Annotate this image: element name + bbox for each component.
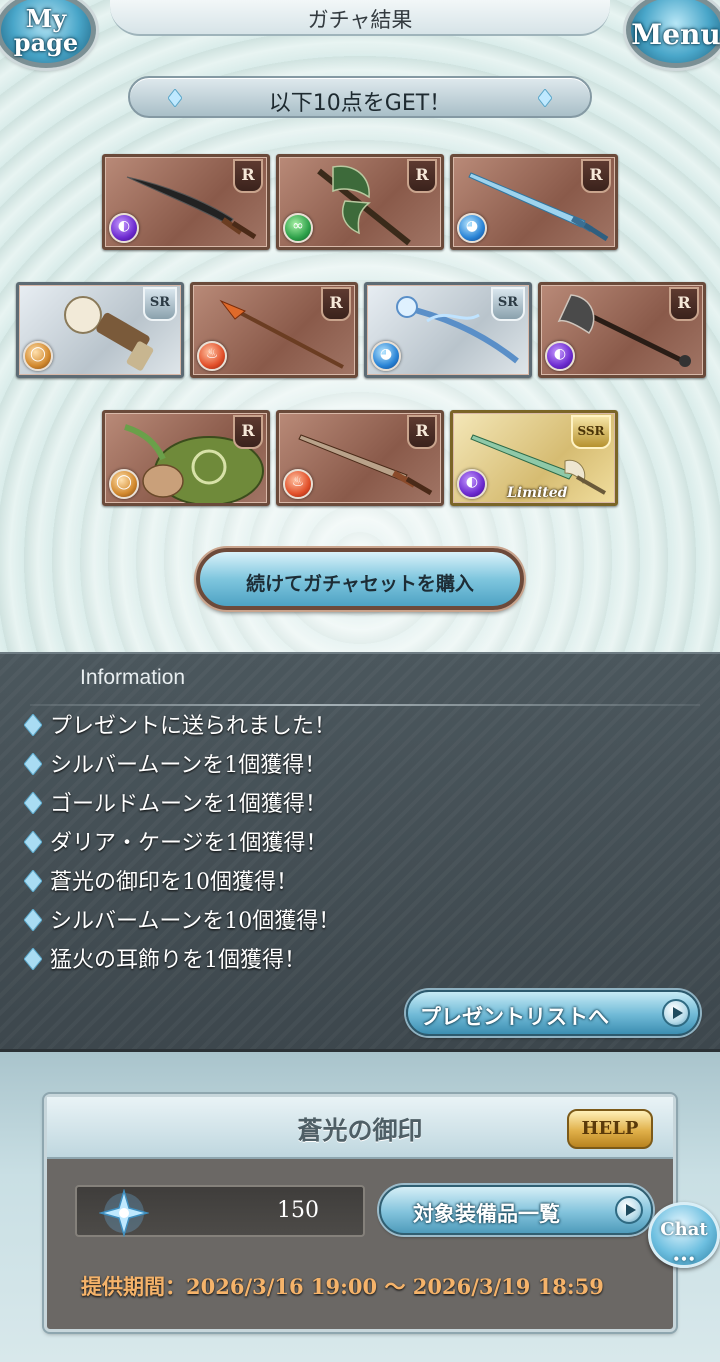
info-text: プレゼントに送られました！ xyxy=(50,714,337,739)
item-card[interactable]: R ◐ xyxy=(102,154,270,250)
mypage-button[interactable]: My page xyxy=(0,0,96,68)
present-list-button[interactable]: プレゼントリストへ xyxy=(406,990,700,1036)
fire-element-icon: ♨ xyxy=(197,341,227,371)
dark-element-icon: ◐ xyxy=(109,213,139,243)
play-arrow-icon xyxy=(662,999,690,1027)
water-element-icon: ◕ xyxy=(371,341,401,371)
item-card[interactable]: R ♨ xyxy=(276,410,444,506)
water-element-icon: ◕ xyxy=(457,213,487,243)
wind-element-icon: ∞ xyxy=(283,213,313,243)
item-count: 150 xyxy=(277,1198,319,1223)
info-text: ダリア・ケージを1個獲得！ xyxy=(50,831,328,856)
present-list-label: プレゼントリストへ xyxy=(420,1005,609,1029)
get-banner-text: 以下10点をGET！ xyxy=(268,91,452,116)
gacha-result-area: ガチャ結果 My page Menu 以下10点をGET！ R ◐ R ∞ R … xyxy=(0,0,720,652)
item-card[interactable]: R ◐ xyxy=(538,282,706,378)
rarity-badge: SR xyxy=(491,287,525,321)
info-text: シルバームーンを10個獲得！ xyxy=(50,909,341,934)
dark-element-icon: ◐ xyxy=(545,341,575,371)
item-box-header: 蒼光の御印 HELP xyxy=(47,1097,673,1159)
info-text: 蒼光の御印を10個獲得！ xyxy=(50,870,298,895)
info-text: シルバームーンを1個獲得！ xyxy=(50,753,327,778)
chat-button[interactable]: Chat ••• xyxy=(648,1202,720,1268)
crystal-bullet-icon xyxy=(24,753,42,775)
item-card[interactable]: SR ◕ xyxy=(364,282,532,378)
rarity-badge: R xyxy=(233,415,263,449)
target-equipment-list-button[interactable]: 対象装備品一覧 xyxy=(379,1185,653,1235)
mypage-label: My page xyxy=(13,4,79,57)
rarity-badge: R xyxy=(407,159,437,193)
divider xyxy=(30,704,700,706)
limited-badge: Limited xyxy=(507,485,568,501)
dark-element-icon: ◐ xyxy=(457,469,487,499)
earth-element-icon: ◯ xyxy=(23,341,53,371)
information-heading: Information xyxy=(80,666,186,689)
item-card[interactable]: SSR ◐ Limited xyxy=(450,410,618,506)
menu-label: Menu xyxy=(631,18,720,51)
list-button-label: 対象装備品一覧 xyxy=(413,1202,560,1226)
item-box: 蒼光の御印 HELP 150 対象装備品一覧 提供期間：2026/3/16 19… xyxy=(44,1094,676,1332)
crystal-bullet-icon xyxy=(24,909,42,931)
crystal-icon xyxy=(538,89,552,107)
rarity-badge: R xyxy=(407,415,437,449)
info-line: シルバームーンを10個獲得！ xyxy=(24,903,340,939)
page-title: ガチャ結果 xyxy=(307,8,413,32)
info-line: ダリア・ケージを1個獲得！ xyxy=(24,825,328,861)
availability-period: 提供期間：2026/3/16 19:00 〜 2026/3/19 18:59 xyxy=(81,1274,604,1299)
item-card[interactable]: R ∞ xyxy=(276,154,444,250)
rarity-badge: SSR xyxy=(571,415,611,449)
item-card[interactable]: SR ◯ xyxy=(16,282,184,378)
crystal-icon xyxy=(99,1189,149,1237)
buy-gacha-set-button[interactable]: 続けてガチャセットを購入 xyxy=(196,548,524,610)
fire-element-icon: ♨ xyxy=(283,469,313,499)
item-card[interactable]: R ♨ xyxy=(190,282,358,378)
help-button[interactable]: HELP xyxy=(567,1109,653,1149)
item-card[interactable]: R ◕ xyxy=(450,154,618,250)
info-line: 猛火の耳飾りを1個獲得！ xyxy=(24,942,306,978)
item-count-box: 150 xyxy=(75,1185,365,1237)
buy-button-label: 続けてガチャセットを購入 xyxy=(246,573,474,595)
ellipsis-icon: ••• xyxy=(672,1252,696,1266)
info-line: ゴールドムーンを1個獲得！ xyxy=(24,786,327,822)
rarity-badge: R xyxy=(581,159,611,193)
chat-label: Chat xyxy=(660,1219,708,1240)
crystal-bullet-icon xyxy=(24,714,42,736)
rarity-badge: R xyxy=(669,287,699,321)
info-text: ゴールドムーンを1個獲得！ xyxy=(50,792,327,817)
info-line: 蒼光の御印を10個獲得！ xyxy=(24,864,298,900)
header-bar: ガチャ結果 xyxy=(110,0,610,36)
get-banner: 以下10点をGET！ xyxy=(128,76,592,118)
crystal-bullet-icon xyxy=(24,792,42,814)
item-detail-area: 蒼光の御印 HELP 150 対象装備品一覧 提供期間：2026/3/16 19… xyxy=(0,1052,720,1362)
crystal-bullet-icon xyxy=(24,948,42,970)
rarity-badge: R xyxy=(321,287,351,321)
rarity-badge: R xyxy=(233,159,263,193)
info-line: プレゼントに送られました！ xyxy=(24,708,336,744)
rarity-badge: SR xyxy=(143,287,177,321)
info-text: 猛火の耳飾りを1個獲得！ xyxy=(50,948,306,973)
crystal-bullet-icon xyxy=(24,831,42,853)
info-line: シルバームーンを1個獲得！ xyxy=(24,747,326,783)
information-panel: Information プレゼントに送られました！ シルバームーンを1個獲得！ … xyxy=(0,652,720,1052)
earth-element-icon: ◯ xyxy=(109,469,139,499)
play-arrow-icon xyxy=(615,1196,643,1224)
menu-button[interactable]: Menu xyxy=(626,0,720,68)
item-card[interactable]: R ◯ xyxy=(102,410,270,506)
crystal-bullet-icon xyxy=(24,870,42,892)
